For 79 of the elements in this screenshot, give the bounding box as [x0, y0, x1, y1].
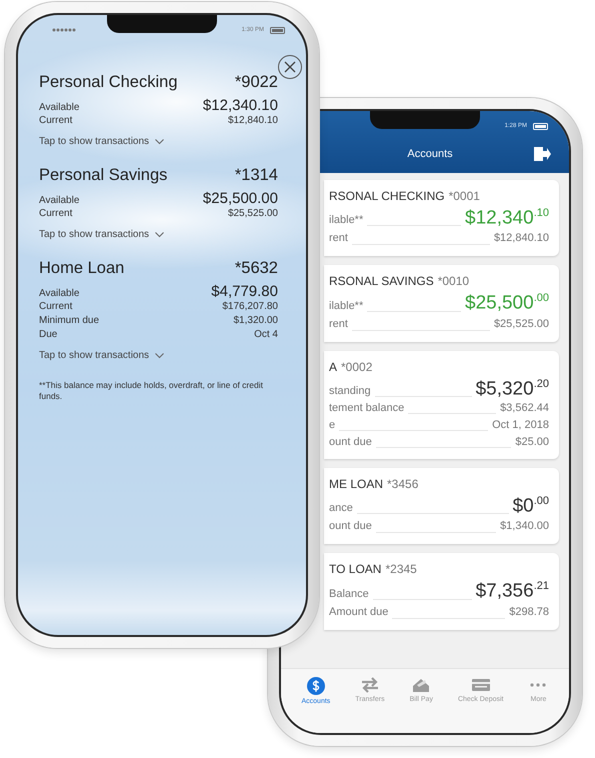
- card-icon: [470, 677, 491, 693]
- balance-amount: $298.78: [509, 604, 549, 620]
- balance-label: ance: [329, 502, 353, 514]
- balance-label: e: [329, 418, 336, 433]
- account-number: *1314: [234, 166, 278, 185]
- balance-amount: $4,779.80: [211, 283, 278, 300]
- account-name: Personal Savings: [39, 166, 168, 185]
- account-card[interactable]: TO LOAN *2345 Balance $7,356$^{.21}$ Amount due $298.78: [324, 553, 559, 630]
- balance-amount: $25,525.00: [494, 316, 549, 332]
- balance-amount: $0$^{.00}$: [512, 494, 549, 518]
- account-card[interactable]: ME LOAN *3456 ance $0$^{.00}$ ount due $1,340.00: [324, 468, 559, 544]
- balance-amount: Oct 1, 2018: [492, 418, 549, 433]
- balance-amount: $12,840.10: [494, 231, 549, 246]
- chevron-down-icon: [155, 352, 164, 358]
- balance-label: Amount due: [329, 604, 388, 620]
- account-number: *2345: [385, 562, 417, 576]
- balance-label: tement balance: [329, 400, 404, 416]
- balance-label: Available: [39, 195, 80, 206]
- balance-label: standing: [329, 384, 371, 397]
- balance-amount: $1,320.00: [234, 314, 278, 328]
- balance-label: Current: [39, 114, 72, 128]
- account-number: *9022: [234, 73, 278, 92]
- balance-label: Available: [39, 102, 80, 113]
- transfer-arrows-icon: [360, 677, 380, 693]
- account-name: ME LOAN: [329, 476, 384, 491]
- footnote: **This balance may include holds, overdraft, or line of credit funds.: [39, 380, 264, 402]
- dollar-icon: [306, 677, 325, 695]
- account-number: *0002: [341, 360, 372, 374]
- signal-icon: [52, 28, 76, 32]
- balance-label: rent: [329, 231, 348, 246]
- account-number: *0001: [448, 189, 480, 203]
- account-number: *5632: [234, 259, 278, 278]
- balance-label: ilable**: [329, 214, 364, 226]
- screen-title: Accounts: [406, 148, 453, 160]
- battery-icon: [533, 122, 549, 130]
- balance-amount: $12,340$^{.10}$: [465, 207, 549, 230]
- balance-amount: $25,500$^{.00}$: [465, 292, 549, 315]
- account-name: A: [329, 360, 338, 374]
- account-card[interactable]: RSONAL SAVINGS *0010 ilable** $25,500$^{.00}$ rent $25,525.00: [324, 265, 559, 342]
- balance-amount: $3,562.44: [500, 400, 549, 416]
- envelope-icon: [411, 677, 432, 693]
- logout-icon[interactable]: [533, 146, 551, 162]
- chevron-down-icon: [155, 232, 164, 238]
- balance-amount: $12,840.10: [228, 114, 278, 128]
- balance-label: Due: [39, 328, 58, 342]
- balance-amount: $25,500.00: [202, 190, 278, 207]
- balance-label: Current: [39, 207, 72, 221]
- account-card[interactable]: A *0002 standing $5,320$^{.20}$ tement balance $3,562.44 e Oct 1, 2018 ount due $25.00: [324, 350, 559, 459]
- balance-label: Minimum due: [39, 314, 100, 328]
- show-transactions-link[interactable]: Tap to show transactions: [39, 136, 164, 147]
- balance-label: rent: [329, 316, 348, 332]
- balance-amount: Oct 4: [254, 328, 278, 342]
- account-name: Home Loan: [39, 259, 124, 278]
- balance-label: Current: [39, 300, 72, 314]
- balance-label: ount due: [329, 434, 372, 450]
- account-name: Personal Checking: [39, 73, 178, 92]
- balance-amount: $25.00: [515, 434, 549, 450]
- close-icon: [284, 61, 296, 73]
- account-number: *0010: [438, 274, 470, 288]
- balance-amount: $5,320$^{.20}$: [476, 378, 549, 400]
- show-transactions-link[interactable]: Tap to show transactions: [39, 350, 164, 361]
- balance-amount: $1,340.00: [500, 519, 549, 534]
- balance-label: ount due: [329, 519, 372, 534]
- account-name: RSONAL CHECKING: [329, 189, 445, 203]
- balance-amount: $25,525.00: [228, 207, 278, 221]
- close-button[interactable]: [278, 55, 302, 79]
- battery-icon: [270, 26, 286, 34]
- balance-amount: $7,356$^{.21}$: [476, 580, 549, 603]
- chevron-down-icon: [155, 138, 164, 144]
- account-name: RSONAL SAVINGS: [329, 274, 434, 288]
- balance-amount: $12,340.10: [202, 97, 278, 114]
- balance-label: Available: [39, 288, 80, 299]
- show-transactions-link[interactable]: Tap to show transactions: [39, 229, 164, 240]
- account-number: *3456: [387, 476, 418, 491]
- balance-label: ilable**: [329, 300, 364, 312]
- account-name: TO LOAN: [329, 562, 382, 576]
- account-card[interactable]: RSONAL CHECKING *0001 ilable** $12,340$^{.10}$ rent $12,840.10: [324, 180, 559, 256]
- balance-label: Balance: [329, 588, 369, 600]
- balance-amount: $176,207.80: [222, 300, 278, 314]
